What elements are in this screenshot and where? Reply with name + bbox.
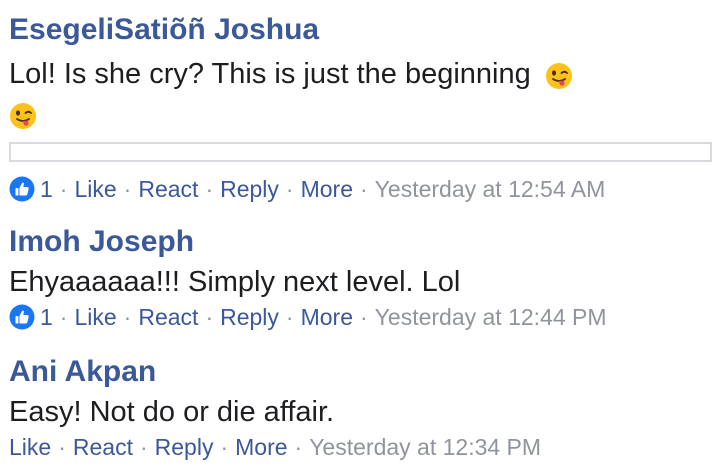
separator: ·: [360, 304, 368, 330]
like-reaction-icon[interactable]: [9, 176, 35, 202]
separator: ·: [123, 304, 132, 330]
like-link[interactable]: Like: [74, 302, 116, 332]
winking-tongue-emoji-icon: [9, 101, 37, 130]
comment-text: Ehyaaaaaa!!! Simply next level. Lol: [9, 266, 461, 298]
comment-timestamp[interactable]: Yesterday at 12:34 PM: [309, 432, 541, 462]
comment-timestamp[interactable]: Yesterday at 12:44 PM: [375, 302, 607, 332]
like-link[interactable]: Like: [9, 432, 51, 462]
reply-link[interactable]: Reply: [155, 432, 214, 462]
react-link[interactable]: React: [138, 174, 198, 204]
separator: ·: [205, 176, 214, 202]
separator: ·: [59, 304, 68, 330]
like-link[interactable]: Like: [74, 174, 116, 204]
comment-2: Imoh Joseph Ehyaaaaaa!!! Simply next lev…: [9, 224, 712, 332]
separator: ·: [205, 304, 214, 330]
separator: ·: [285, 176, 294, 202]
comment-text: Easy! Not do or die affair.: [9, 396, 335, 428]
separator: ·: [220, 434, 229, 460]
separator: ·: [58, 434, 66, 460]
winking-tongue-emoji-icon: [545, 61, 573, 90]
comment-author[interactable]: EsegeliSatiõñ Joshua: [9, 12, 712, 48]
separator: ·: [360, 176, 368, 202]
comment-author[interactable]: Ani Akpan: [9, 354, 712, 390]
reply-link[interactable]: Reply: [220, 174, 279, 204]
comment-actions: Like · React · Reply · More · Yesterday …: [9, 432, 712, 462]
comment-1: EsegeliSatiõñ Joshua Lol! Is she cry? Th…: [9, 12, 712, 204]
separator: ·: [59, 176, 68, 202]
comment-author[interactable]: Imoh Joseph: [9, 224, 712, 260]
more-link[interactable]: More: [301, 174, 353, 204]
like-reaction-icon[interactable]: [9, 304, 35, 330]
link-preview-box[interactable]: [9, 142, 712, 162]
comment-timestamp[interactable]: Yesterday at 12:54 AM: [375, 174, 606, 204]
reply-link[interactable]: Reply: [220, 302, 279, 332]
more-link[interactable]: More: [235, 432, 287, 462]
comment-3: Ani Akpan Easy! Not do or die affair. Li…: [9, 354, 712, 462]
like-count[interactable]: 1: [40, 174, 53, 204]
like-count[interactable]: 1: [40, 302, 53, 332]
comment-text: Lol! Is she cry? This is just the beginn…: [9, 54, 712, 134]
comment-actions: 1 · Like · React · Reply · More · Yester…: [9, 174, 712, 204]
comment-actions: 1 · Like · React · Reply · More · Yester…: [9, 302, 712, 332]
comment-text-content: Lol! Is she cry? This is just the beginn…: [9, 58, 531, 90]
separator: ·: [285, 304, 294, 330]
separator: ·: [123, 176, 132, 202]
more-link[interactable]: More: [301, 302, 353, 332]
separator: ·: [139, 434, 148, 460]
react-link[interactable]: React: [138, 302, 198, 332]
react-link[interactable]: React: [73, 432, 133, 462]
separator: ·: [294, 434, 303, 460]
